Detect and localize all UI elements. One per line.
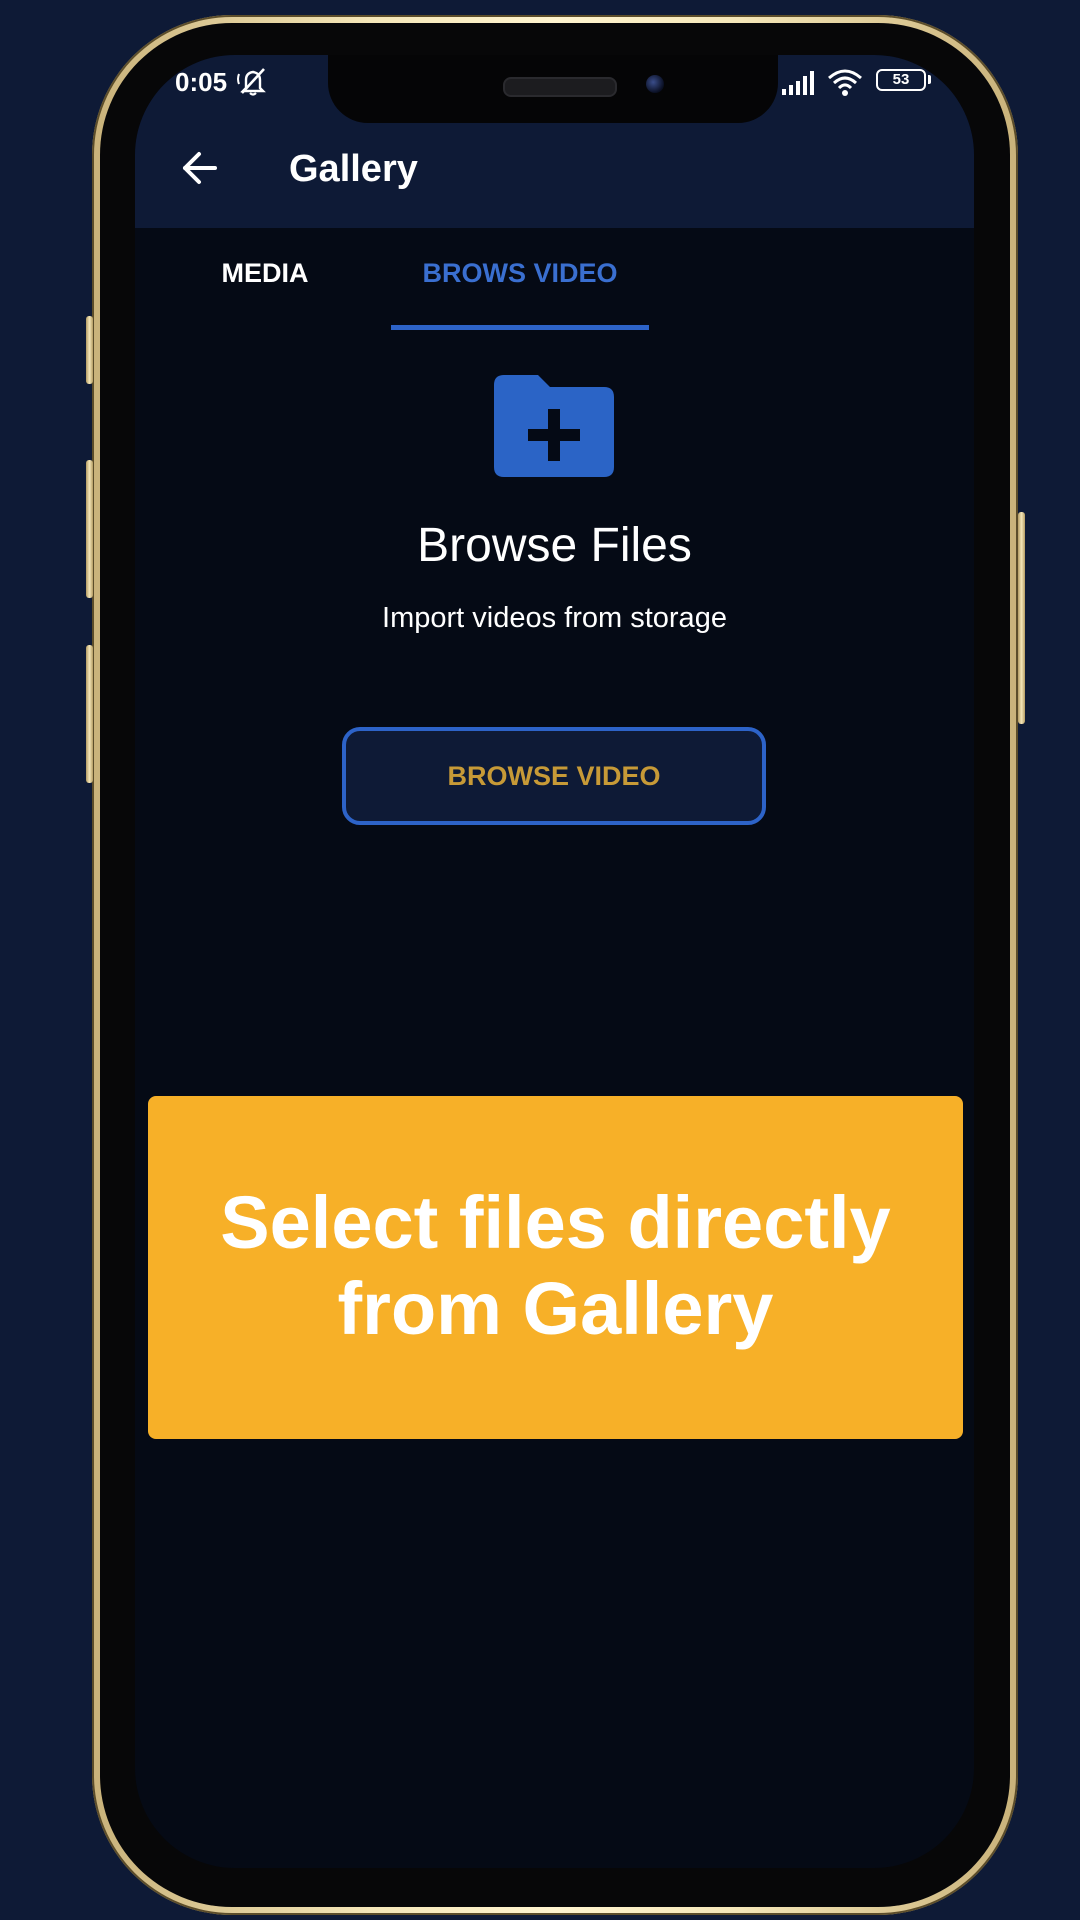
page-title: Gallery bbox=[289, 148, 418, 190]
arrow-left-icon[interactable] bbox=[171, 140, 227, 196]
banner-line-1: Select files directly bbox=[220, 1181, 891, 1264]
mute-icon bbox=[237, 68, 266, 96]
side-button bbox=[86, 316, 93, 384]
volume-down-button bbox=[86, 645, 93, 783]
earpiece-speaker bbox=[503, 77, 617, 97]
battery-icon: 53 bbox=[876, 69, 926, 91]
power-button bbox=[1018, 512, 1025, 724]
app-bar: Gallery bbox=[135, 110, 974, 228]
browse-files-title: Browse Files bbox=[417, 519, 692, 572]
status-time: 0:05 bbox=[175, 67, 228, 97]
wifi-icon bbox=[828, 69, 862, 96]
tab-bar: MEDIA BROWS VIDEO bbox=[135, 228, 974, 328]
tab-brows-video[interactable]: BROWS VIDEO bbox=[391, 228, 649, 328]
notch bbox=[328, 55, 778, 123]
promo-banner: Select files directly from Gallery bbox=[148, 1096, 963, 1439]
banner-line-2: from Gallery bbox=[337, 1267, 774, 1350]
tab-media[interactable]: MEDIA bbox=[155, 228, 375, 328]
stage: 0:05 53 Gallery MEDIA BROWS VIDEO Browse… bbox=[0, 0, 1080, 1920]
browse-video-button[interactable]: BROWSE VIDEO bbox=[342, 727, 766, 825]
browse-files-subtitle: Import videos from storage bbox=[382, 602, 727, 634]
phone-screen: 0:05 53 Gallery MEDIA BROWS VIDEO Browse… bbox=[135, 55, 974, 1868]
signal-icon bbox=[782, 71, 814, 95]
volume-up-button bbox=[86, 460, 93, 598]
tab-indicator bbox=[391, 325, 649, 330]
folder-plus-icon bbox=[494, 375, 614, 477]
battery-tip bbox=[928, 75, 931, 84]
front-camera bbox=[646, 75, 664, 93]
